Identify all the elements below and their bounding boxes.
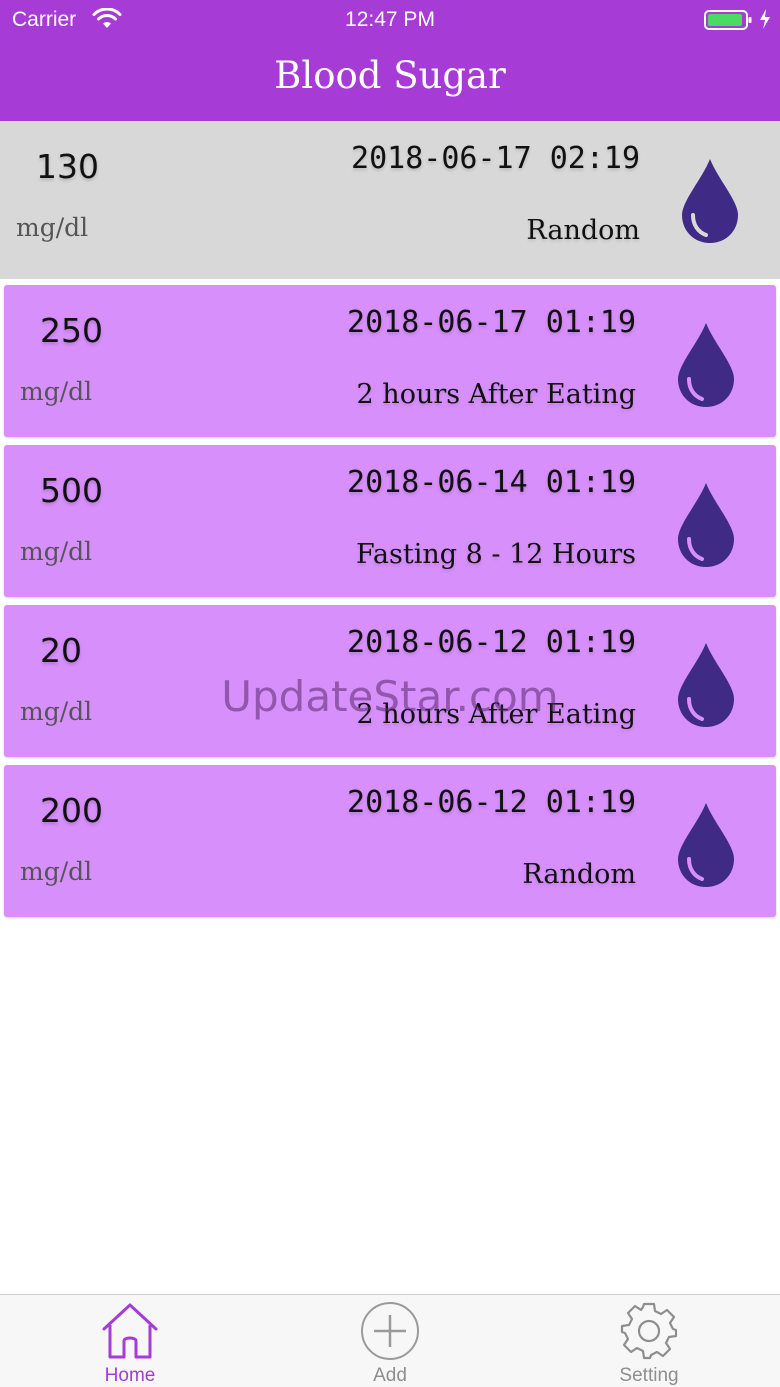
- tab-label: Home: [104, 1365, 156, 1386]
- reading-condition: Random: [526, 215, 640, 246]
- reading-datetime: 2018-06-17 02:19: [351, 141, 640, 176]
- battery-icon: [704, 10, 752, 30]
- tab-setting[interactable]: Setting: [549, 1295, 749, 1387]
- reading-value: 130: [36, 147, 99, 186]
- blood-drop-icon: [678, 323, 734, 407]
- add-circle-icon: [361, 1302, 419, 1360]
- reading-unit: mg/dl: [20, 537, 93, 566]
- reading-datetime: 2018-06-14 01:19: [347, 465, 636, 500]
- tab-label: Setting: [619, 1365, 679, 1386]
- tab-label: Add: [373, 1365, 407, 1386]
- charging-bolt-icon: [760, 9, 770, 29]
- blood-drop-icon: [682, 159, 738, 243]
- app-header: Carrier 12:47 PM Blood Sugar: [0, 0, 780, 121]
- list-item[interactable]: 250 mg/dl 2018-06-17 01:19 2 hours After…: [4, 285, 776, 437]
- gear-icon: [620, 1302, 678, 1360]
- status-time: 12:47 PM: [345, 8, 435, 31]
- list-item[interactable]: 20 mg/dl 2018-06-12 01:19 2 hours After …: [4, 605, 776, 757]
- page-title: Blood Sugar: [274, 54, 506, 97]
- list-item[interactable]: 200 mg/dl 2018-06-12 01:19 Random: [4, 765, 776, 917]
- status-bar: Carrier 12:47 PM: [0, 0, 780, 40]
- reading-value: 200: [40, 791, 103, 830]
- reading-condition: 2 hours After Eating: [356, 699, 636, 730]
- reading-value: 500: [40, 471, 103, 510]
- tab-home[interactable]: Home: [30, 1295, 230, 1387]
- reading-datetime: 2018-06-17 01:19: [347, 305, 636, 340]
- reading-datetime: 2018-06-12 01:19: [347, 785, 636, 820]
- tab-add[interactable]: Add: [290, 1295, 490, 1387]
- list-item[interactable]: 130 mg/dl 2018-06-17 02:19 Random: [0, 121, 780, 279]
- reading-unit: mg/dl: [20, 857, 93, 886]
- reading-unit: mg/dl: [20, 697, 93, 726]
- reading-value: 20: [40, 631, 82, 670]
- list-item[interactable]: 500 mg/dl 2018-06-14 01:19 Fasting 8 - 1…: [4, 445, 776, 597]
- blood-drop-icon: [678, 803, 734, 887]
- blood-drop-icon: [678, 483, 734, 567]
- reading-datetime: 2018-06-12 01:19: [347, 625, 636, 660]
- reading-unit: mg/dl: [16, 213, 89, 242]
- home-icon: [102, 1303, 158, 1359]
- reading-condition: Random: [522, 859, 636, 890]
- reading-unit: mg/dl: [20, 377, 93, 406]
- reading-value: 250: [40, 311, 103, 350]
- reading-condition: 2 hours After Eating: [356, 379, 636, 410]
- tab-bar: Home Add Setting: [0, 1294, 780, 1387]
- reading-condition: Fasting 8 - 12 Hours: [356, 539, 636, 570]
- blood-drop-icon: [678, 643, 734, 727]
